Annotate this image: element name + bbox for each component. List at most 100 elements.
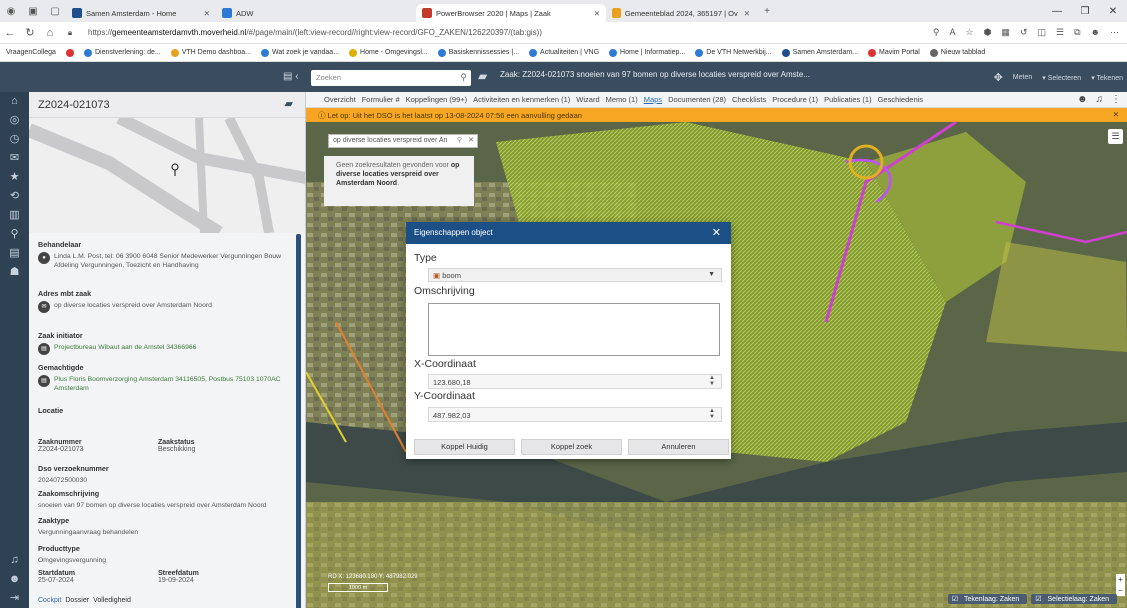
tab-geschiedenis[interactable]: Geschiedenis <box>878 95 923 104</box>
type-select[interactable]: ▣ boom ▼ <box>428 268 722 282</box>
more-icon[interactable]: ⋯ <box>1110 27 1119 38</box>
profile-badge-icon[interactable]: ☻ <box>1091 27 1100 38</box>
refresh-extension-icon[interactable]: ↺ <box>1020 27 1028 38</box>
selectielaag-toggle[interactable]: ☑ Selectielaag: Zaken <box>1031 594 1117 604</box>
building-icon[interactable]: ▥ <box>0 206 29 225</box>
more-vertical-icon[interactable]: ⋮ <box>1111 94 1121 105</box>
bell-icon[interactable]: ♫ <box>1096 94 1104 105</box>
tab-procedure[interactable]: Procedure (1) <box>772 95 818 104</box>
stepper-icon[interactable]: ▲ ▼ <box>709 375 715 387</box>
tab-actions-icon[interactable]: ▢ <box>44 0 66 22</box>
close-icon[interactable]: ✕ <box>712 226 721 239</box>
dossier-link[interactable]: Dossier <box>65 597 89 604</box>
bookmark-item[interactable] <box>65 48 74 57</box>
tekenlaag-toggle[interactable]: ☑ Tekenlaag: Zaken <box>947 594 1028 604</box>
users-icon[interactable]: ☗ <box>0 263 29 282</box>
bookmark-item[interactable]: VraagenCollega <box>6 49 56 56</box>
koppel-zoek-button[interactable]: Koppel zoek <box>521 439 622 455</box>
koppel-huidig-button[interactable]: Koppel Huidig <box>414 439 515 455</box>
meten-button[interactable]: Meten <box>1013 74 1032 81</box>
bookmark-item[interactable]: Wat zoek je vandaa... <box>260 48 339 57</box>
globe-icon[interactable]: ◎ <box>0 111 29 130</box>
bookmark-item[interactable]: De VTH Netwerkbij... <box>695 48 772 57</box>
collections-icon[interactable]: ⧉ <box>1074 27 1080 38</box>
omschrijving-textarea[interactable] <box>428 303 720 356</box>
bookmark-item[interactable]: Mavim Portal <box>868 48 920 57</box>
volledigheid-link[interactable]: Volledigheid <box>93 597 131 604</box>
tekenen-button[interactable]: ▾ Tekenen <box>1091 74 1123 82</box>
location-minimap[interactable] <box>29 112 305 239</box>
tab-documenten[interactable]: Documenten (28) <box>668 95 726 104</box>
tab-koppelingen[interactable]: Koppelingen (99+) <box>406 95 468 104</box>
star-icon[interactable]: ★ <box>0 168 29 187</box>
browser-tab-gemeenteblad[interactable]: Gemeenteblad 2024, 365197 | Ov ✕ <box>606 4 756 22</box>
x-coordinaat-input[interactable]: 123.680,18 ▲ ▼ <box>428 374 722 389</box>
selecteren-button[interactable]: ▾ Selecteren <box>1042 74 1081 82</box>
bookmark-item[interactable]: Dienstverlening: de... <box>83 48 161 57</box>
close-window-icon[interactable]: ✕ <box>1099 6 1127 17</box>
clear-icon[interactable]: ✕ <box>468 136 474 144</box>
bookmark-item[interactable]: Nieuw tabblad <box>929 48 985 57</box>
tab-memo[interactable]: Memo (1) <box>606 95 638 104</box>
close-tab-icon[interactable]: ✕ <box>198 9 210 18</box>
logout-icon[interactable]: ⇥ <box>0 589 29 608</box>
tab-wizard[interactable]: Wizard <box>576 95 599 104</box>
notification-icon[interactable]: ♫ <box>0 551 29 570</box>
bookmark-item[interactable]: Home | Informatiep... <box>609 48 685 57</box>
bookmark-item[interactable]: Actualiteiten | VNG <box>529 48 599 57</box>
favorites-icon[interactable]: ☰ <box>1056 27 1064 38</box>
url-field[interactable]: https://gemeenteamsterdamvth.moverheid.n… <box>88 28 933 37</box>
annuleren-button[interactable]: Annuleren <box>628 439 729 455</box>
home-icon[interactable]: ⌂ <box>0 92 29 111</box>
mail-icon[interactable]: ✉ <box>0 149 29 168</box>
tab-overzicht[interactable]: Overzicht <box>324 95 356 104</box>
browser-tab-powerbrowser[interactable]: PowerBrowser 2020 | Maps | Zaak ✕ <box>416 4 606 22</box>
restore-icon[interactable]: ❐ <box>1071 6 1099 17</box>
briefcase-icon[interactable]: ▰ <box>285 97 293 110</box>
gemachtigde-link[interactable]: Plus Floris Boomverzorging Amsterdam 341… <box>38 375 286 393</box>
reload-icon[interactable]: ↻ <box>20 26 40 39</box>
y-coordinaat-input[interactable]: 487.982,03 ▲ ▼ <box>428 407 722 422</box>
bookmark-item[interactable]: Home - Omgevingsl... <box>349 48 428 57</box>
initiator-link[interactable]: Projectbureau Wibaut aan de Amstel 34366… <box>38 343 286 352</box>
cockpit-link[interactable]: Cockpit <box>38 597 61 604</box>
bookmark-item[interactable]: Basiskennissessies |... <box>437 48 519 57</box>
home-icon[interactable]: ⌂ <box>40 27 60 39</box>
history-icon[interactable]: ⟲ <box>0 187 29 206</box>
profile-icon[interactable]: ◉ <box>0 0 22 22</box>
minimize-icon[interactable]: — <box>1043 6 1071 17</box>
search-input[interactable]: Zoeken ⚲ <box>311 70 471 86</box>
favorite-star-icon[interactable]: ☆ <box>965 27 973 38</box>
back-icon[interactable]: ← <box>0 27 20 39</box>
bookmark-item[interactable]: VTH Demo dashboa... <box>170 48 251 57</box>
panel-scrollbar[interactable] <box>296 234 301 608</box>
report-icon[interactable]: ▤ <box>0 244 29 263</box>
close-icon[interactable]: ✕ <box>1113 110 1119 119</box>
search-icon[interactable]: ⚲ <box>460 72 467 83</box>
stepper-icon[interactable]: ▲ ▼ <box>709 408 715 420</box>
read-aloud-icon[interactable]: A <box>949 27 955 38</box>
new-tab-icon[interactable]: + <box>756 0 778 22</box>
tab-checklists[interactable]: Checklists <box>732 95 766 104</box>
close-tab-icon[interactable]: ✕ <box>738 9 750 18</box>
tab-formulier[interactable]: Formulier # <box>362 95 400 104</box>
user-circle-icon[interactable]: ☻ <box>1077 94 1088 105</box>
user-icon[interactable]: ☻ <box>0 570 29 589</box>
zoom-icon[interactable]: ⚲ <box>933 27 940 38</box>
layer-list-icon[interactable]: ☰ <box>1108 129 1123 144</box>
tab-publicaties[interactable]: Publicaties (1) <box>824 95 872 104</box>
lock-icon[interactable]: 🔒︎ <box>60 28 80 38</box>
search-doc-icon[interactable]: ⚲ <box>0 225 29 244</box>
search-icon[interactable]: ⚲ <box>457 136 462 144</box>
bookmark-item[interactable]: Samen Amsterdam... <box>781 48 858 57</box>
browser-tab-adw[interactable]: ADW <box>216 4 416 22</box>
tab-maps[interactable]: Maps <box>644 95 662 104</box>
split-screen-icon[interactable]: ◫ <box>1037 27 1046 38</box>
clock-icon[interactable]: ◷ <box>0 130 29 149</box>
browser-tab-samen-amsterdam[interactable]: Samen Amsterdam - Home ✕ <box>66 4 216 22</box>
zoom-control[interactable]: + − <box>1116 574 1125 596</box>
map-search-input[interactable]: op diverse locaties verspreid over An ⚲ … <box>328 134 478 148</box>
extension-icon[interactable]: ⬢ <box>984 27 992 38</box>
collapse-panel-icon[interactable]: ▤ ‹ <box>283 71 299 82</box>
close-tab-icon[interactable]: ✕ <box>588 9 600 18</box>
